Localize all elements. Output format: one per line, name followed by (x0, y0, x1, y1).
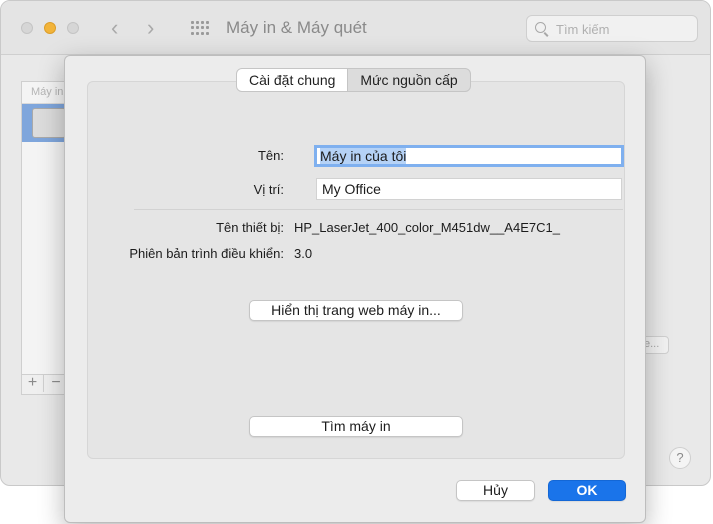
printer-icon (32, 108, 66, 138)
search-placeholder: Tìm kiếm (556, 22, 610, 37)
device-name-label: Tên thiết bị: (216, 220, 284, 235)
minimize-button[interactable] (44, 22, 56, 34)
tab-bar: Cài đặt chung Mức nguồn cấp (236, 68, 471, 92)
name-label: Tên: (257, 148, 284, 163)
search-field[interactable]: Tìm kiếm (526, 15, 698, 42)
location-label: Vị trí: (253, 182, 284, 197)
title-bar: ‹ › Máy in & Máy quét Tìm kiếm (1, 1, 710, 55)
ok-button[interactable]: OK (548, 480, 626, 501)
close-button[interactable] (21, 22, 33, 34)
back-chevron-icon[interactable]: ‹ (111, 15, 118, 41)
show-printer-webpage-button[interactable]: Hiển thị trang web máy in... (249, 300, 463, 321)
settings-panel: Tên: Máy in của tôi Vị trí: My Office Tê… (87, 81, 625, 459)
printer-list-header: Máy in (22, 82, 68, 104)
device-name-value: HP_LaserJet_400_color_M451dw__A4E7C1_ (294, 220, 560, 235)
screen: ‹ › Máy in & Máy quét Tìm kiếm Máy in + … (0, 0, 713, 524)
location-field[interactable]: My Office (316, 178, 622, 200)
tab-supply-levels[interactable]: Mức nguồn cấp (348, 69, 469, 91)
search-icon (535, 22, 546, 33)
driver-version-value: 3.0 (294, 246, 313, 261)
cancel-button[interactable]: Hủy (456, 480, 535, 501)
add-printer-button[interactable]: + (22, 374, 44, 392)
printer-list-item-selected[interactable] (22, 104, 68, 142)
window-title: Máy in & Máy quét (226, 18, 367, 37)
printer-list[interactable]: Máy in (21, 81, 69, 375)
name-field-value: Máy in của tôi (320, 148, 407, 164)
help-button[interactable]: ? (669, 447, 691, 469)
show-all-grid-icon[interactable] (191, 21, 209, 35)
divider (134, 209, 623, 210)
zoom-button[interactable] (67, 22, 79, 34)
tab-general[interactable]: Cài đặt chung (237, 69, 349, 91)
printer-list-controls: + − (21, 374, 69, 395)
find-printer-button[interactable]: Tìm máy in (249, 416, 463, 437)
printer-settings-sheet: Cài đặt chung Mức nguồn cấp Tên: Máy in … (64, 55, 646, 523)
forward-chevron-icon[interactable]: › (147, 15, 154, 41)
driver-version-label: Phiên bản trình điều khiển: (129, 246, 284, 261)
name-field[interactable]: Máy in của tôi (314, 145, 624, 167)
